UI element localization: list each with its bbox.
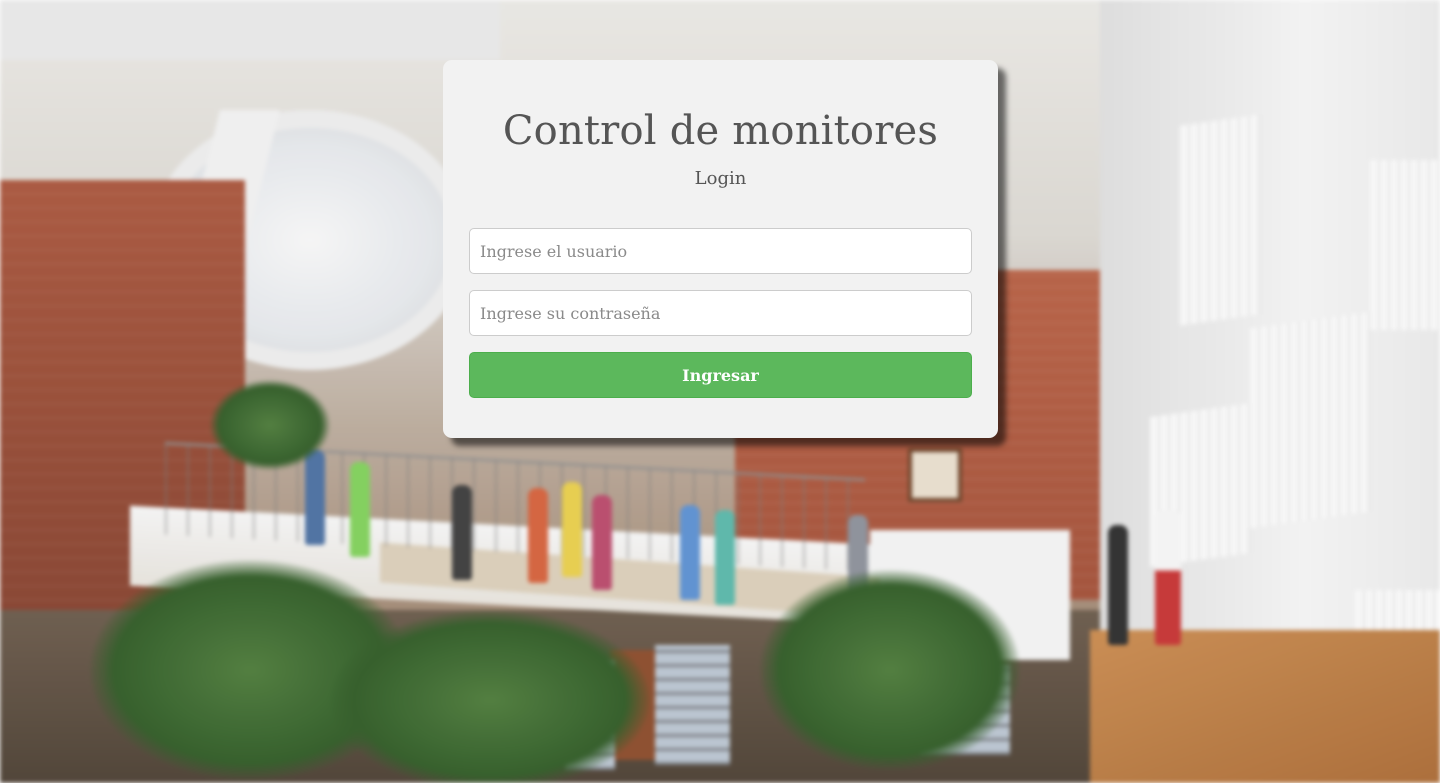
login-submit-button[interactable]: Ingresar [469,352,972,398]
login-card: Control de monitores Login Ingresar [443,60,998,438]
password-input[interactable] [469,290,972,336]
username-input[interactable] [469,228,972,274]
page-title: Control de monitores [502,108,939,154]
login-subtitle: Login [694,168,747,189]
